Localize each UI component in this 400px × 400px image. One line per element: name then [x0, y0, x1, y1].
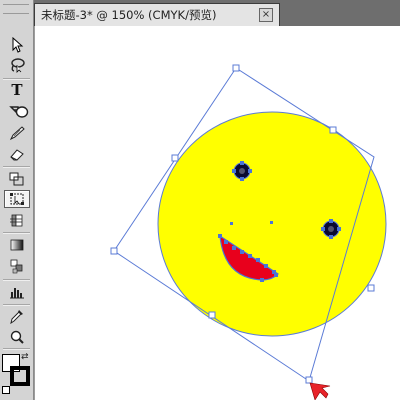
- pencil-icon: [9, 126, 25, 141]
- blend-icon: [10, 259, 23, 274]
- document-tab[interactable]: 未标题-3* @ 150% (CMYK/预览) ×: [34, 3, 280, 26]
- handle-top-right: [329, 126, 337, 134]
- tool-separator: [3, 279, 30, 281]
- blend-tool[interactable]: [4, 257, 30, 275]
- swap-fill-stroke-icon[interactable]: ⇄: [21, 352, 31, 362]
- document-tab-title: 未标题-3* @ 150% (CMYK/预览): [41, 8, 217, 22]
- handle-left: [110, 247, 118, 255]
- right-eye[interactable]: [322, 220, 340, 238]
- handle-top: [232, 64, 240, 72]
- eyedropper-tool[interactable]: [4, 307, 30, 325]
- free-transform-tool[interactable]: [4, 190, 30, 208]
- type-icon: T: [11, 80, 23, 99]
- tools-panel: T ⇄: [0, 0, 34, 400]
- free-transform-icon: [10, 193, 24, 205]
- handle-bottom: [305, 376, 313, 384]
- tool-separator: [3, 232, 30, 234]
- column-graph-tool[interactable]: [4, 283, 30, 301]
- artwork-layer: [110, 64, 387, 400]
- stroke-swatch[interactable]: [10, 366, 30, 386]
- handle-right: [367, 284, 375, 292]
- shape-builder-tool[interactable]: [4, 211, 30, 229]
- rotate-cursor-icon: [309, 382, 331, 400]
- zoom-icon: [10, 330, 24, 344]
- scale-tool[interactable]: [4, 170, 30, 188]
- handle-top-left: [171, 154, 179, 162]
- eraser-tool[interactable]: [4, 145, 30, 163]
- panel-grip[interactable]: [3, 4, 29, 14]
- left-eye[interactable]: [233, 162, 251, 180]
- zoom-tool[interactable]: [4, 328, 30, 346]
- ellipse-icon: [15, 106, 29, 118]
- artboard-canvas[interactable]: [34, 26, 400, 400]
- direct-selection-tool[interactable]: [4, 36, 30, 54]
- gradient-icon: [10, 239, 24, 251]
- tool-separator: [3, 78, 30, 80]
- tool-separator: [3, 166, 30, 168]
- lasso-tool[interactable]: [4, 56, 30, 74]
- pencil-tool[interactable]: [4, 124, 30, 142]
- handle-bottom-left: [208, 311, 216, 319]
- arrow-icon: [12, 37, 24, 53]
- shape-builder-icon: [10, 214, 23, 227]
- tool-separator: [3, 348, 30, 350]
- close-icon[interactable]: ×: [259, 8, 273, 22]
- type-tool[interactable]: T: [4, 81, 30, 99]
- scale-icon: [9, 172, 24, 186]
- default-colors-icon[interactable]: [2, 386, 10, 394]
- tool-separator: [3, 304, 30, 306]
- lasso-icon: [11, 58, 25, 73]
- ellipse-tool[interactable]: [14, 103, 30, 121]
- eraser-icon: [10, 149, 24, 161]
- gradient-tool[interactable]: [4, 236, 30, 254]
- eyedropper-icon: [10, 310, 23, 324]
- bar-graph-icon: [10, 288, 24, 299]
